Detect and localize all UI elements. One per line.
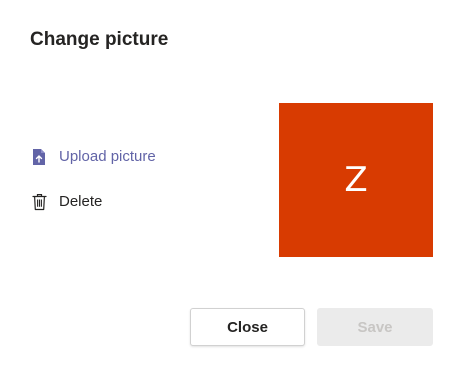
avatar-preview: Z [279,103,433,257]
dialog-title: Change picture [30,29,169,50]
upload-file-icon [30,146,48,168]
trash-icon [30,191,48,213]
delete-label: Delete [59,193,103,210]
save-button[interactable]: Save [317,308,433,346]
change-picture-dialog: Change picture Upload picture Delete Z C… [0,0,456,375]
upload-picture-button[interactable]: Upload picture [30,146,156,168]
close-button[interactable]: Close [190,308,305,346]
delete-button[interactable]: Delete [30,191,102,213]
upload-picture-label: Upload picture [59,148,156,165]
avatar-initial: Z [344,160,368,200]
